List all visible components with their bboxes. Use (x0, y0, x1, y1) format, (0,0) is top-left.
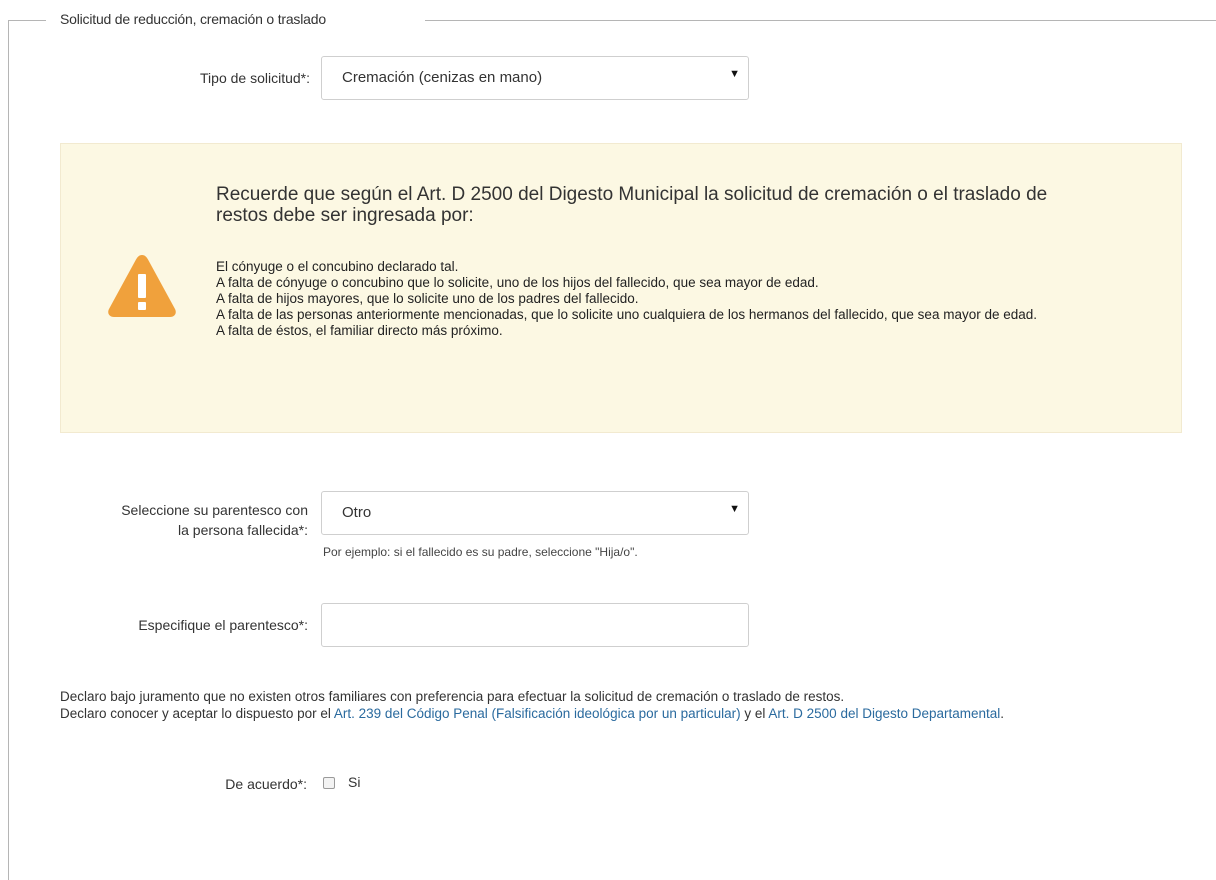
warning-list: El cónyuge o el concubino declarado tal.… (216, 259, 1116, 339)
especifique-parentesco-input[interactable] (321, 603, 749, 647)
warning-item: A falta de las personas anteriormente me… (216, 307, 1038, 322)
warning-item: A falta de hijos mayores, que lo solicit… (216, 291, 639, 306)
especifique-label: Especifique el parentesco*: (138, 617, 308, 633)
acuerdo-checkbox[interactable] (323, 777, 335, 789)
warning-title: Recuerde que según el Art. D 2500 del Di… (216, 184, 1048, 226)
parentesco-value: Otro (342, 504, 372, 521)
declaracion-suffix: . (1000, 706, 1005, 721)
parentesco-help-text: Por ejemplo: si el fallecido es su padre… (323, 545, 638, 559)
dropdown-arrow-icon: ▼ (729, 503, 740, 515)
parentesco-select[interactable]: Otro ▼ (321, 491, 749, 535)
acuerdo-label: De acuerdo*: (225, 776, 307, 792)
parentesco-label: Seleccione su parentesco con la persona … (30, 500, 308, 540)
digesto-departamental-link[interactable]: Art. D 2500 del Digesto Departamental (768, 706, 1000, 721)
dropdown-arrow-icon: ▼ (729, 68, 740, 80)
tipo-solicitud-value: Cremación (cenizas en mano) (342, 69, 543, 86)
warning-item: El cónyuge o el concubino declarado tal. (216, 259, 459, 274)
fieldset-border-left (8, 20, 9, 880)
warning-triangle-icon (108, 255, 176, 317)
fieldset-border-top-right (425, 20, 1216, 21)
declaracion-text: Declaro bajo juramento que no existen ot… (60, 688, 1180, 722)
fieldset-border-top-left (8, 20, 46, 21)
acuerdo-option-label[interactable]: Si (348, 774, 360, 790)
tipo-solicitud-label: Tipo de solicitud*: (200, 70, 310, 86)
parentesco-label-line1: Seleccione su parentesco con (121, 502, 308, 518)
declaracion-line2: Declaro conocer y aceptar lo dispuesto p… (60, 705, 1180, 722)
warning-item: A falta de éstos, el familiar directo má… (216, 323, 503, 338)
codigo-penal-link[interactable]: Art. 239 del Código Penal (Falsificación… (334, 706, 741, 721)
tipo-solicitud-select[interactable]: Cremación (cenizas en mano) ▼ (321, 56, 749, 100)
warning-alert: Recuerde que según el Art. D 2500 del Di… (60, 143, 1182, 433)
parentesco-label-line2: la persona fallecida*: (178, 522, 308, 538)
declaracion-middle: y el (740, 706, 769, 721)
warning-item: A falta de cónyuge o concubino que lo so… (216, 275, 819, 290)
declaracion-prefix: Declaro conocer y aceptar lo dispuesto p… (60, 706, 334, 721)
declaracion-line1: Declaro bajo juramento que no existen ot… (60, 689, 845, 704)
fieldset-legend: Solicitud de reducción, cremación o tras… (60, 11, 326, 27)
